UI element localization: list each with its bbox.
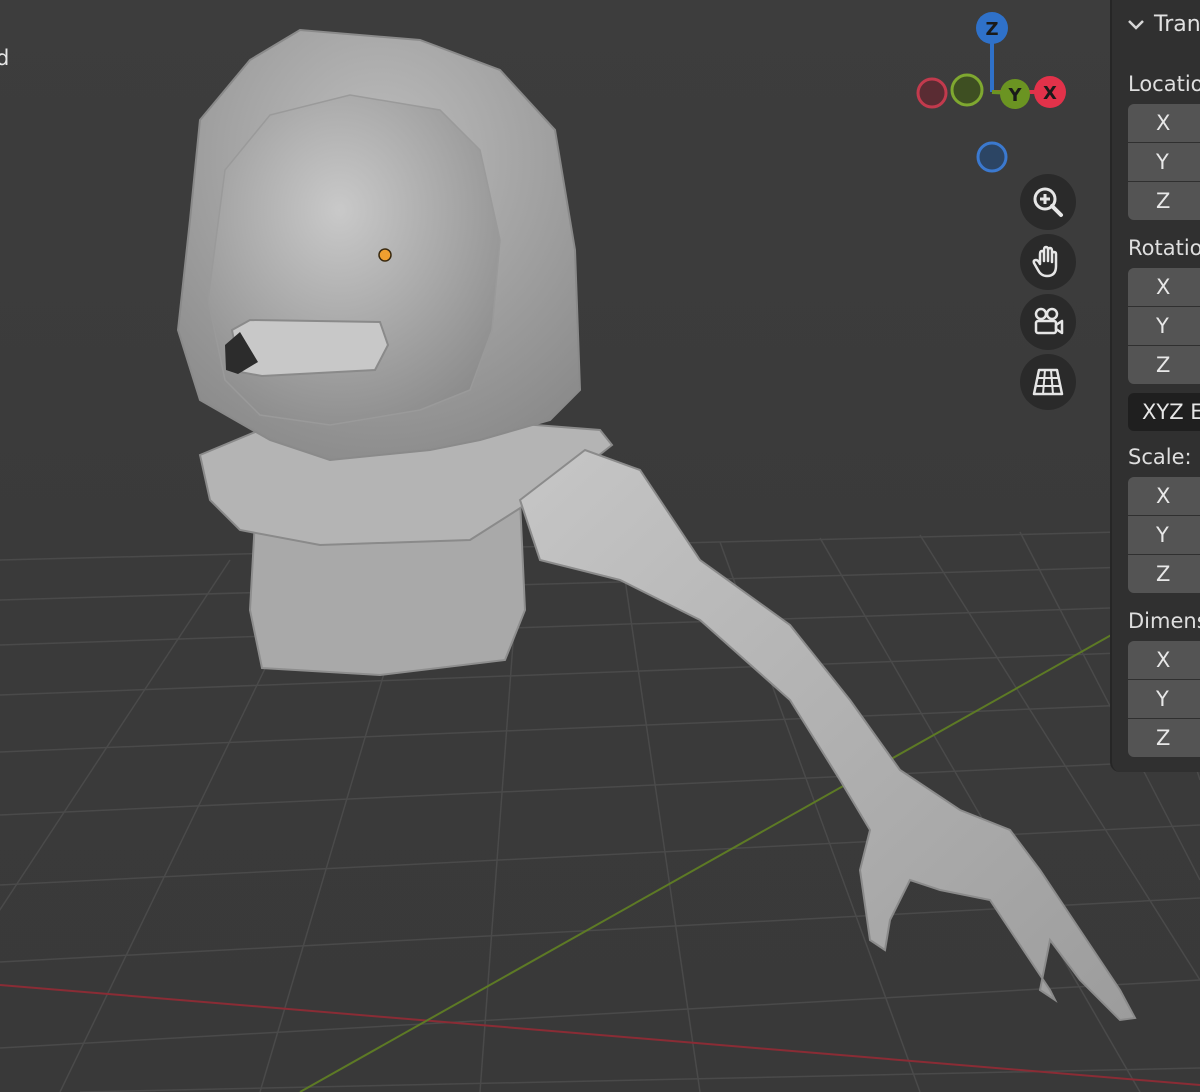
navigation-gizmo[interactable]: Y X Z xyxy=(900,0,1100,190)
location-z-field[interactable]: Z xyxy=(1128,182,1200,220)
location-y-field[interactable]: Y xyxy=(1128,143,1200,181)
gizmo-z-label: Z xyxy=(985,19,998,40)
dimensions-y-field[interactable]: Y xyxy=(1128,680,1200,718)
transform-panel-header[interactable]: Trans xyxy=(1126,12,1200,37)
rotation-x-field[interactable]: X xyxy=(1128,268,1200,306)
location-x-field[interactable]: X xyxy=(1128,104,1200,142)
sidebar-panel: Trans Location X Y Z Rotation X Y Z XYZ … xyxy=(1110,0,1200,772)
dimensions-z-field[interactable]: Z xyxy=(1128,719,1200,757)
rotation-z-field[interactable]: Z xyxy=(1128,346,1200,384)
3d-viewport[interactable]: d Y X Z Tran Locati X Y Z Rotati X Y Z X… xyxy=(0,0,1200,1092)
viewport-header-text: d xyxy=(0,46,10,70)
gizmo-neg-x-handle[interactable] xyxy=(916,77,948,109)
scale-label: Scale: xyxy=(1128,445,1192,469)
camera-view-button[interactable] xyxy=(1020,294,1076,350)
rotation-label: Rotation xyxy=(1128,236,1200,260)
gizmo-neg-y-handle[interactable] xyxy=(950,73,984,107)
zoom-button[interactable] xyxy=(1020,174,1076,230)
location-label: Location xyxy=(1128,72,1200,96)
camera-icon xyxy=(1034,307,1064,335)
object-origin-marker xyxy=(378,248,392,262)
floor-grid xyxy=(0,529,1200,1092)
rotation-mode-dropdown[interactable]: XYZ E xyxy=(1128,393,1200,431)
gizmo-neg-z-handle[interactable] xyxy=(976,141,1008,173)
ortho-toggle-button[interactable] xyxy=(1020,354,1076,410)
scale-x-field[interactable]: X xyxy=(1128,477,1200,515)
grid-perspective-icon xyxy=(1032,368,1064,396)
hand-icon xyxy=(1032,245,1058,278)
gizmo-y-label: Y xyxy=(1007,85,1022,106)
pan-button[interactable] xyxy=(1020,234,1076,290)
scale-z-field[interactable]: Z xyxy=(1128,555,1200,593)
dimensions-x-field[interactable]: X xyxy=(1128,641,1200,679)
rotation-y-field[interactable]: Y xyxy=(1128,307,1200,345)
zoom-in-icon xyxy=(1033,187,1063,217)
dimensions-label: Dimens xyxy=(1128,609,1200,633)
chevron-down-icon xyxy=(1128,19,1144,30)
scale-y-field[interactable]: Y xyxy=(1128,516,1200,554)
x-axis-line xyxy=(0,984,1200,1086)
gizmo-x-label: X xyxy=(1043,83,1057,104)
transform-panel-title: Trans xyxy=(1154,12,1200,37)
